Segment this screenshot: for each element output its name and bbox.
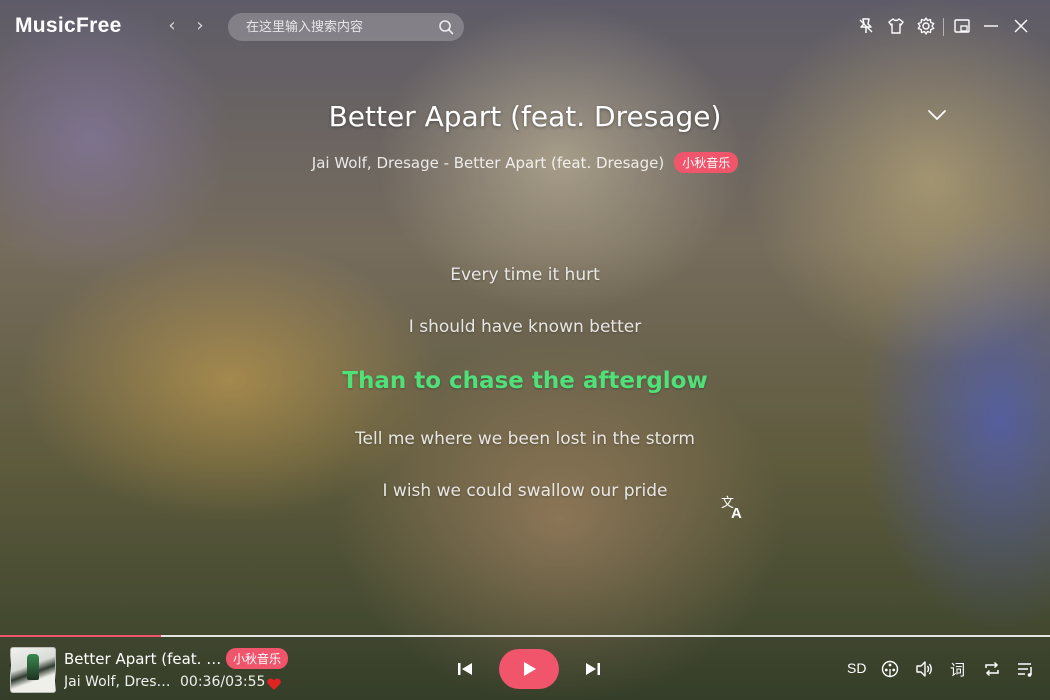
quality-selector[interactable]: SD bbox=[847, 660, 866, 676]
playlist-icon[interactable] bbox=[1016, 659, 1036, 679]
close-icon[interactable] bbox=[1011, 16, 1031, 36]
pin-icon[interactable] bbox=[856, 16, 876, 36]
app-logo: MusicFree bbox=[15, 14, 122, 37]
lyric-line[interactable]: I wish we could swallow our pride bbox=[0, 481, 1050, 501]
previous-track-button[interactable] bbox=[455, 659, 475, 679]
back-button[interactable]: ‹ bbox=[163, 16, 181, 36]
now-playing-title[interactable]: Better Apart (feat. D... bbox=[64, 650, 229, 668]
playback-time: 00:36/03:55 bbox=[180, 674, 266, 690]
repeat-icon[interactable] bbox=[982, 659, 1002, 679]
next-track-button[interactable] bbox=[583, 659, 603, 679]
volume-icon[interactable] bbox=[914, 659, 934, 679]
album-cover[interactable] bbox=[10, 647, 56, 693]
translate-icon[interactable]: 文 A bbox=[719, 493, 747, 522]
toolbar-divider bbox=[943, 18, 944, 36]
settings-gear-icon[interactable] bbox=[916, 16, 936, 36]
lyric-toggle-button[interactable]: 词 bbox=[950, 659, 965, 680]
svg-text:A: A bbox=[731, 505, 742, 521]
now-playing-artist: Jai Wolf, Dresa... bbox=[64, 674, 174, 690]
lyric-line[interactable]: Tell me where we been lost in the storm bbox=[0, 429, 1050, 449]
song-title: Better Apart (feat. Dresage) bbox=[328, 100, 722, 133]
play-icon bbox=[524, 662, 536, 676]
app-window: MusicFree ‹ › Better Apart (feat. Dresag… bbox=[0, 0, 1050, 700]
skip-previous-icon bbox=[458, 663, 472, 675]
skin-shirt-icon[interactable] bbox=[886, 16, 906, 36]
forward-button[interactable]: › bbox=[191, 16, 209, 36]
chevron-down-icon[interactable] bbox=[926, 104, 948, 126]
source-badge: 小秋音乐 bbox=[674, 152, 739, 173]
song-subtitle: Jai Wolf, Dresage - Better Apart (feat. … bbox=[0, 152, 1050, 173]
search-icon[interactable] bbox=[438, 19, 454, 35]
mini-mode-icon[interactable] bbox=[952, 16, 972, 36]
sound-effect-icon[interactable] bbox=[880, 659, 900, 679]
skip-next-icon bbox=[586, 663, 600, 675]
lyric-line[interactable]: Every time it hurt bbox=[0, 265, 1050, 285]
lyric-line[interactable]: I should have known better bbox=[0, 317, 1050, 337]
now-playing-source-badge: 小秋音乐 bbox=[226, 648, 289, 669]
minimize-icon[interactable] bbox=[981, 16, 1001, 36]
search-bar[interactable] bbox=[228, 13, 464, 41]
lyric-line-current[interactable]: Than to chase the afterglow bbox=[0, 368, 1050, 394]
song-artist-line: Jai Wolf, Dresage - Better Apart (feat. … bbox=[311, 154, 665, 172]
heart-icon[interactable] bbox=[266, 676, 282, 692]
search-input[interactable] bbox=[244, 18, 438, 36]
play-button[interactable] bbox=[499, 649, 559, 689]
